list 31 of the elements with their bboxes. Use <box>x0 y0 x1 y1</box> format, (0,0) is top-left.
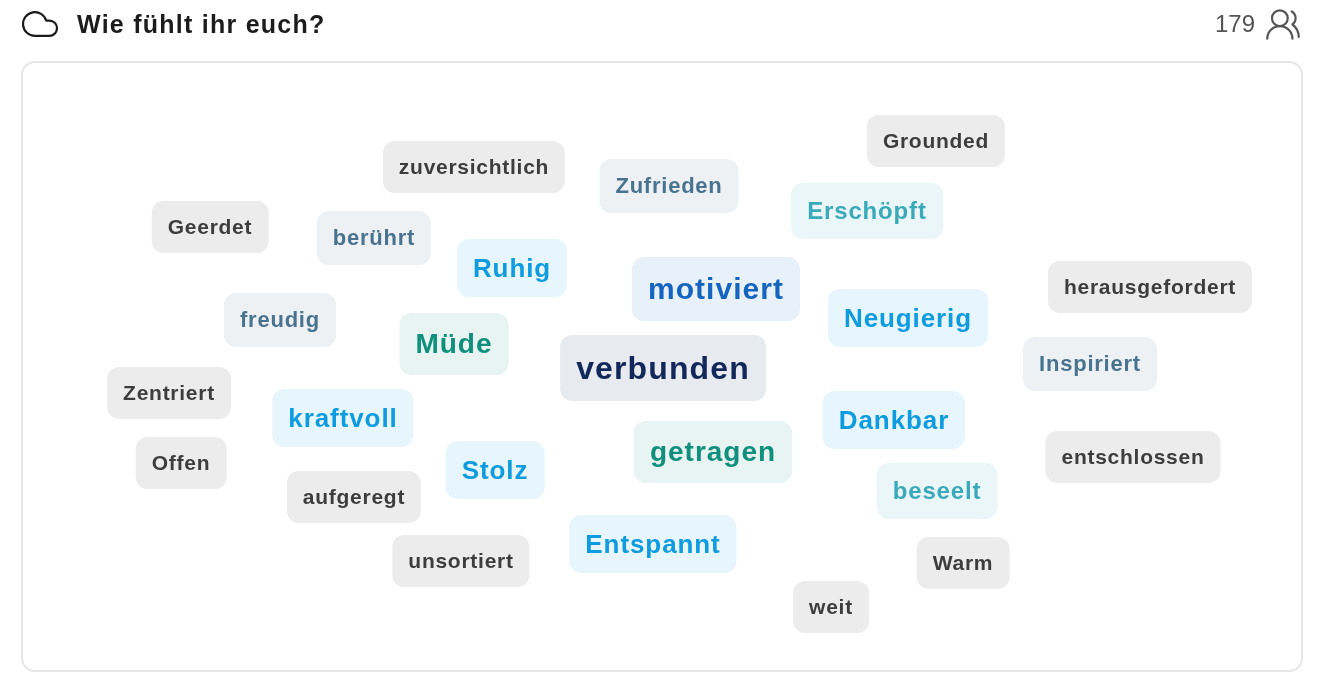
mood-word: Grounded <box>866 115 1006 167</box>
mood-word: Inspiriert <box>1023 337 1157 391</box>
mood-word: herausgefordert <box>1047 261 1253 313</box>
mood-word: motiviert <box>631 257 801 321</box>
mood-word: Warm <box>916 537 1010 589</box>
mood-word: aufgeregt <box>286 471 422 523</box>
participant-count: 179 <box>1214 10 1255 38</box>
mood-word: Zentriert <box>107 367 231 419</box>
mood-word: Müde <box>399 313 509 375</box>
mood-word: Zufrieden <box>599 159 739 213</box>
mood-word: unsortiert <box>392 535 530 587</box>
mood-word: Dankbar <box>822 391 966 449</box>
mood-word: zuversichtlich <box>382 141 566 193</box>
mood-word: weit <box>793 581 869 633</box>
mood-word: Geerdet <box>151 201 269 253</box>
mood-word: Offen <box>135 437 227 489</box>
question-title: Wie fühlt ihr euch? <box>77 9 326 39</box>
mood-word: Entspannt <box>569 515 737 573</box>
mood-word: Erschöpft <box>791 183 943 239</box>
users-icon <box>1266 8 1300 40</box>
mood-word: verbunden <box>560 335 766 401</box>
mood-word: Neugierig <box>827 289 989 347</box>
mood-word: beseelt <box>876 463 998 519</box>
cloud-icon <box>22 11 58 37</box>
mood-word: getragen <box>633 421 793 483</box>
mood-word: freudig <box>224 293 336 347</box>
mood-word: kraftvoll <box>272 389 414 447</box>
mood-word: entschlossen <box>1045 431 1221 483</box>
mood-word: berührt <box>316 211 432 265</box>
mood-word: Ruhig <box>456 239 568 297</box>
mood-word: Stolz <box>445 441 545 499</box>
